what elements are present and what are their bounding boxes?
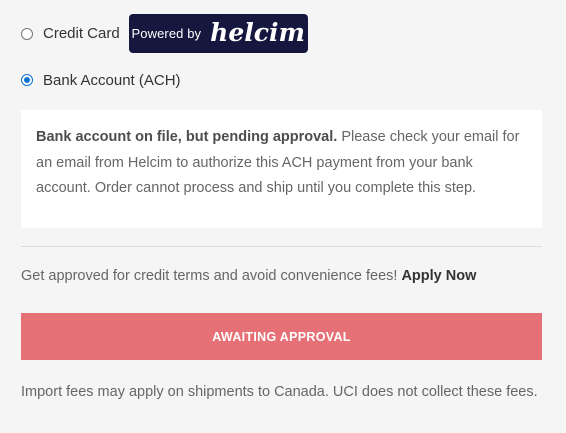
notice-bold-text: Bank account on file, but pending approv… [36, 129, 338, 145]
divider [21, 246, 542, 247]
powered-by-text: Powered by [131, 26, 202, 41]
credit-terms-text: Get approved for credit terms and avoid … [21, 268, 402, 284]
helcim-logo: helcim [210, 18, 305, 47]
bank-account-radio[interactable] [21, 74, 33, 86]
bank-account-label: Bank Account (ACH) [43, 71, 181, 89]
credit-terms-message: Get approved for credit terms and avoid … [21, 268, 476, 284]
awaiting-approval-button[interactable]: AWAITING APPROVAL [21, 313, 542, 360]
payment-option-bank-account[interactable]: Bank Account (ACH) [21, 67, 181, 93]
credit-card-label: Credit Card [43, 25, 120, 42]
payment-option-credit-card[interactable]: Credit Card Powered by helcim [21, 14, 308, 53]
apply-now-link[interactable]: Apply Now [401, 268, 476, 284]
import-fees-note: Import fees may apply on shipments to Ca… [21, 384, 538, 400]
powered-by-helcim-badge: Powered by helcim [128, 14, 308, 53]
pending-approval-notice: Bank account on file, but pending approv… [21, 110, 542, 228]
credit-card-radio[interactable] [21, 27, 33, 40]
